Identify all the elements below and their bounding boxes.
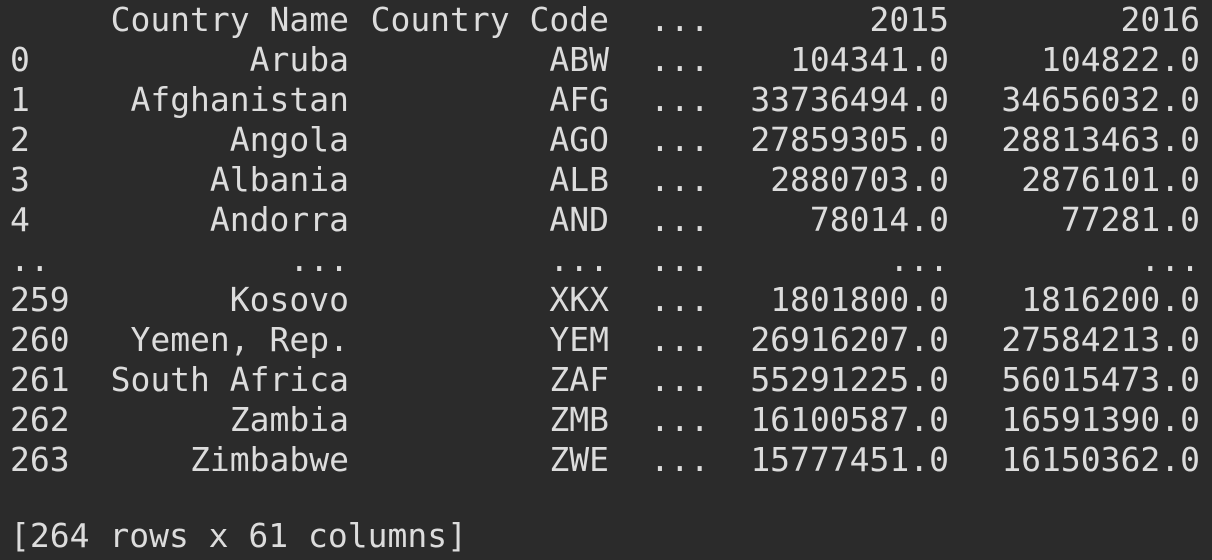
country-code-cell: ZAF	[549, 360, 609, 399]
ellipsis-cell: ...	[650, 400, 710, 439]
country-code-cell: AGO	[549, 120, 609, 159]
table-row: 261 South Africa ZAF... 55291225.0 56015473.…	[10, 360, 1200, 400]
value-2016-cell: 104822.0	[1041, 40, 1200, 79]
country-code-cell: ZWE	[549, 440, 609, 479]
row-index: 4	[10, 200, 30, 239]
value-2016-cell: 28813463.0	[1001, 120, 1200, 159]
country-name-cell: South Africa	[110, 360, 349, 399]
value-2015-cell: 26916207.0	[750, 320, 949, 359]
country-name-cell: Albania	[209, 160, 349, 199]
ellipsis-cell: ...	[650, 200, 710, 239]
value-2015-cell: 78014.0	[809, 200, 949, 239]
country-name-cell: Afghanistan	[130, 80, 349, 119]
dataframe-shape-summary: [264 rows x 61 columns]	[10, 516, 467, 555]
value-2015-cell: 55291225.0	[750, 360, 949, 399]
country-code-cell: XKX	[549, 280, 609, 319]
value-2015-cell: ...	[889, 240, 949, 279]
country-code-cell: ABW	[549, 40, 609, 79]
country-name-cell: Kosovo	[229, 280, 349, 319]
dataframe-output: Country Name Country Code ... 2015 2016 …	[10, 0, 1200, 480]
table-body: 0 Aruba ABW... 104341.0 104822.0 1 Afghanistan…	[10, 40, 1200, 480]
value-2016-cell: ...	[1140, 240, 1200, 279]
country-code-cell: AND	[549, 200, 609, 239]
ellipsis-cell: ...	[650, 240, 710, 279]
table-header: Country Name Country Code ... 2015 2016	[10, 0, 1200, 40]
ellipsis-cell: ...	[650, 440, 710, 479]
ellipsis-cell: ...	[650, 40, 710, 79]
row-index: 2	[10, 120, 30, 159]
ellipsis-cell: ...	[650, 360, 710, 399]
value-2015-cell: 104341.0	[790, 40, 949, 79]
column-header-ellipsis: ...	[650, 0, 710, 39]
ellipsis-cell: ...	[650, 80, 710, 119]
value-2015-cell: 33736494.0	[750, 80, 949, 119]
column-header-country-name: Country Name	[110, 0, 349, 39]
country-name-cell: Aruba	[249, 40, 349, 79]
value-2015-cell: 27859305.0	[750, 120, 949, 159]
country-code-cell: ...	[549, 240, 609, 279]
country-code-cell: ALB	[549, 160, 609, 199]
table-row: 263 Zimbabwe ZWE... 15777451.0 16150362.0	[10, 440, 1200, 480]
value-2016-cell: 77281.0	[1060, 200, 1200, 239]
value-2016-cell: 16150362.0	[1001, 440, 1200, 479]
table-row: 2 Angola AGO... 27859305.0 28813463.0	[10, 120, 1200, 160]
table-row: 262 Zambia ZMB... 16100587.0 16591390.0	[10, 400, 1200, 440]
row-index: 262	[10, 400, 70, 439]
column-header-2016: 2016	[1120, 0, 1200, 39]
row-index: 1	[10, 80, 30, 119]
table-row: 1 Afghanistan AFG... 33736494.0 34656032.0	[10, 80, 1200, 120]
value-2016-cell: 56015473.0	[1001, 360, 1200, 399]
value-2015-cell: 1801800.0	[770, 280, 949, 319]
ellipsis-cell: ...	[650, 320, 710, 359]
country-name-cell: Zimbabwe	[190, 440, 349, 479]
value-2016-cell: 1816200.0	[1021, 280, 1200, 319]
ellipsis-cell: ...	[650, 120, 710, 159]
row-index: 0	[10, 40, 30, 79]
row-index: 259	[10, 280, 70, 319]
table-row: 3 Albania ALB... 2880703.0 2876101.0	[10, 160, 1200, 200]
row-index: 260	[10, 320, 70, 359]
country-name-cell: ...	[289, 240, 349, 279]
value-2015-cell: 16100587.0	[750, 400, 949, 439]
country-name-cell: Yemen, Rep.	[130, 320, 349, 359]
value-2015-cell: 2880703.0	[770, 160, 949, 199]
column-header-2015: 2015	[869, 0, 949, 39]
country-code-cell: ZMB	[549, 400, 609, 439]
value-2016-cell: 34656032.0	[1001, 80, 1200, 119]
row-index: ..	[10, 240, 50, 279]
value-2016-cell: 2876101.0	[1021, 160, 1200, 199]
value-2016-cell: 27584213.0	[1001, 320, 1200, 359]
column-header-country-code: Country Code	[370, 0, 609, 39]
row-index: 263	[10, 440, 70, 479]
country-code-cell: YEM	[549, 320, 609, 359]
table-row: 260 Yemen, Rep. YEM... 26916207.0 27584213.0	[10, 320, 1200, 360]
table-row: 259 Kosovo XKX... 1801800.0 1816200.0	[10, 280, 1200, 320]
row-index: 261	[10, 360, 70, 399]
ellipsis-cell: ...	[650, 280, 710, 319]
ellipsis-cell: ...	[650, 160, 710, 199]
country-name-cell: Angola	[229, 120, 349, 159]
value-2016-cell: 16591390.0	[1001, 400, 1200, 439]
country-code-cell: AFG	[549, 80, 609, 119]
value-2015-cell: 15777451.0	[750, 440, 949, 479]
table-row: .................	[10, 240, 1200, 280]
country-name-cell: Zambia	[229, 400, 349, 439]
table-row: 4 Andorra AND... 78014.0 77281.0	[10, 200, 1200, 240]
country-name-cell: Andorra	[209, 200, 349, 239]
table-row: 0 Aruba ABW... 104341.0 104822.0	[10, 40, 1200, 80]
row-index: 3	[10, 160, 30, 199]
